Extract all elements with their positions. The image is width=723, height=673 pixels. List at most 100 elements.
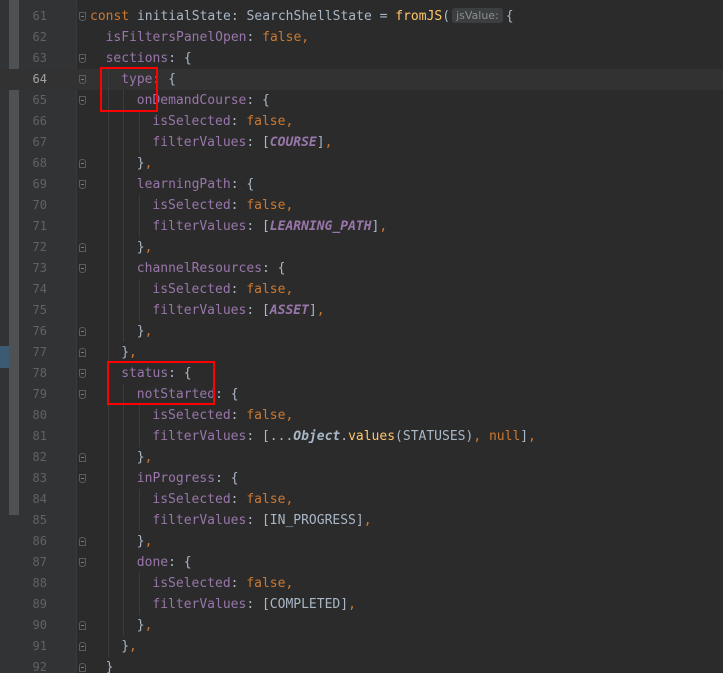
- code-line-80[interactable]: 80 isSelected: false,: [0, 405, 723, 426]
- code-line-85[interactable]: 85 filterValues: [IN_PROGRESS],: [0, 510, 723, 531]
- code-text: filterValues: [ASSET],: [152, 300, 324, 321]
- code-token: Object: [293, 429, 341, 444]
- indent-guide: [123, 195, 125, 216]
- line-number: 73: [32, 261, 47, 275]
- code-token: }: [136, 534, 145, 549]
- code-line-84[interactable]: 84 isSelected: false,: [0, 489, 723, 510]
- code-text: isFiltersPanelOpen: false,: [106, 27, 310, 48]
- code-token: ,: [144, 240, 153, 255]
- fold-close-icon[interactable]: [79, 327, 86, 336]
- code-token: ,: [285, 408, 294, 423]
- code-line-87[interactable]: 87 done: {: [0, 552, 723, 573]
- fold-open-icon[interactable]: [79, 180, 86, 189]
- indent-guide: [138, 426, 140, 447]
- fold-open-icon[interactable]: [79, 96, 86, 105]
- fold-close-icon[interactable]: [79, 243, 86, 252]
- line-number: 74: [32, 282, 47, 296]
- fold-close-icon[interactable]: [79, 453, 86, 462]
- code-editor[interactable]: 6061const initialState: SearchShellState…: [0, 0, 723, 673]
- indent-guide: [107, 594, 109, 615]
- code-token: fromJS: [395, 9, 443, 24]
- code-line-76[interactable]: 76},: [0, 321, 723, 342]
- code-token: false: [246, 408, 286, 423]
- indent-guide: [107, 405, 109, 426]
- code-token: ,: [285, 282, 294, 297]
- fold-open-icon[interactable]: [79, 12, 86, 21]
- code-text: const initialState: SearchShellState = f…: [90, 6, 514, 27]
- code-token: : {: [230, 177, 255, 192]
- fold-open-icon[interactable]: [79, 54, 86, 63]
- code-token: : {: [215, 471, 239, 486]
- code-line-67[interactable]: 67 filterValues: [COURSE],: [0, 132, 723, 153]
- code-line-92[interactable]: 92}: [0, 657, 723, 673]
- code-line-61[interactable]: 61 const initialState: SearchShellState =…: [0, 6, 723, 27]
- code-line-90[interactable]: 90},: [0, 615, 723, 636]
- code-token: isSelected: [152, 492, 231, 507]
- code-token: : [: [246, 303, 270, 318]
- code-token: isFiltersPanelOpen: [105, 30, 247, 45]
- indent-guide: [107, 153, 109, 174]
- indent-guide: [123, 132, 125, 153]
- code-line-81[interactable]: 81 filterValues: [...Object.values(STATUS…: [0, 426, 723, 447]
- line-number: 71: [32, 219, 47, 233]
- code-line-62[interactable]: 62 isFiltersPanelOpen: false,: [0, 27, 723, 48]
- fold-open-icon[interactable]: [79, 75, 86, 84]
- code-token: false: [246, 576, 286, 591]
- indent-guide: [138, 573, 140, 594]
- code-line-72[interactable]: 72},: [0, 237, 723, 258]
- code-line-69[interactable]: 69 learningPath: {: [0, 174, 723, 195]
- fold-close-icon[interactable]: [79, 621, 86, 630]
- code-token: :: [230, 492, 247, 507]
- line-number: 80: [32, 408, 47, 422]
- fold-open-icon[interactable]: [79, 558, 86, 567]
- code-line-73[interactable]: 73 channelResources: {: [0, 258, 723, 279]
- code-token: ,: [285, 114, 294, 129]
- indent-guide: [123, 300, 125, 321]
- code-line-89[interactable]: 89 filterValues: [COMPLETED],: [0, 594, 723, 615]
- code-token: }: [121, 639, 130, 654]
- fold-close-icon[interactable]: [79, 348, 86, 357]
- code-text: sections: {: [106, 48, 192, 69]
- code-line-74[interactable]: 74 isSelected: false,: [0, 279, 723, 300]
- code-token: ,: [285, 576, 294, 591]
- fold-close-icon[interactable]: [79, 663, 86, 672]
- fold-close-icon[interactable]: [79, 159, 86, 168]
- line-number: 70: [32, 198, 47, 212]
- indent-guide: [107, 552, 109, 573]
- line-number: 63: [32, 51, 47, 65]
- code-line-83[interactable]: 83 inProgress: {: [0, 468, 723, 489]
- code-line-91[interactable]: 91},: [0, 636, 723, 657]
- fold-open-icon[interactable]: [79, 390, 86, 399]
- code-line-82[interactable]: 82},: [0, 447, 723, 468]
- indent-guide: [107, 615, 109, 636]
- code-token: values: [348, 429, 396, 444]
- fold-open-icon[interactable]: [79, 474, 86, 483]
- fold-open-icon[interactable]: [79, 264, 86, 273]
- code-token: ASSET: [269, 303, 309, 318]
- code-token: :: [230, 198, 247, 213]
- code-text: filterValues: [COURSE],: [152, 132, 332, 153]
- code-token: }: [136, 618, 145, 633]
- fold-close-icon[interactable]: [79, 537, 86, 546]
- code-line-68[interactable]: 68},: [0, 153, 723, 174]
- code-line-86[interactable]: 86},: [0, 531, 723, 552]
- line-number: 91: [32, 639, 47, 653]
- fold-open-icon[interactable]: [79, 369, 86, 378]
- line-number: 78: [32, 366, 47, 380]
- line-number: 82: [32, 450, 47, 464]
- code-line-63[interactable]: 63 sections: {: [0, 48, 723, 69]
- code-line-77[interactable]: 77},: [0, 342, 723, 363]
- line-number: 85: [32, 513, 47, 527]
- code-line-71[interactable]: 71 filterValues: [LEARNING_PATH],: [0, 216, 723, 237]
- code-text: },: [137, 447, 153, 468]
- code-line-70[interactable]: 70 isSelected: false,: [0, 195, 723, 216]
- fold-close-icon[interactable]: [79, 642, 86, 651]
- indent-guide: [138, 489, 140, 510]
- code-token: ,: [144, 450, 153, 465]
- code-line-75[interactable]: 75 filterValues: [ASSET],: [0, 300, 723, 321]
- indent-guide: [107, 321, 109, 342]
- code-token: (STATUSES): [395, 429, 474, 444]
- code-line-88[interactable]: 88 isSelected: false,: [0, 573, 723, 594]
- line-number: 83: [32, 471, 47, 485]
- code-line-66[interactable]: 66 isSelected: false,: [0, 111, 723, 132]
